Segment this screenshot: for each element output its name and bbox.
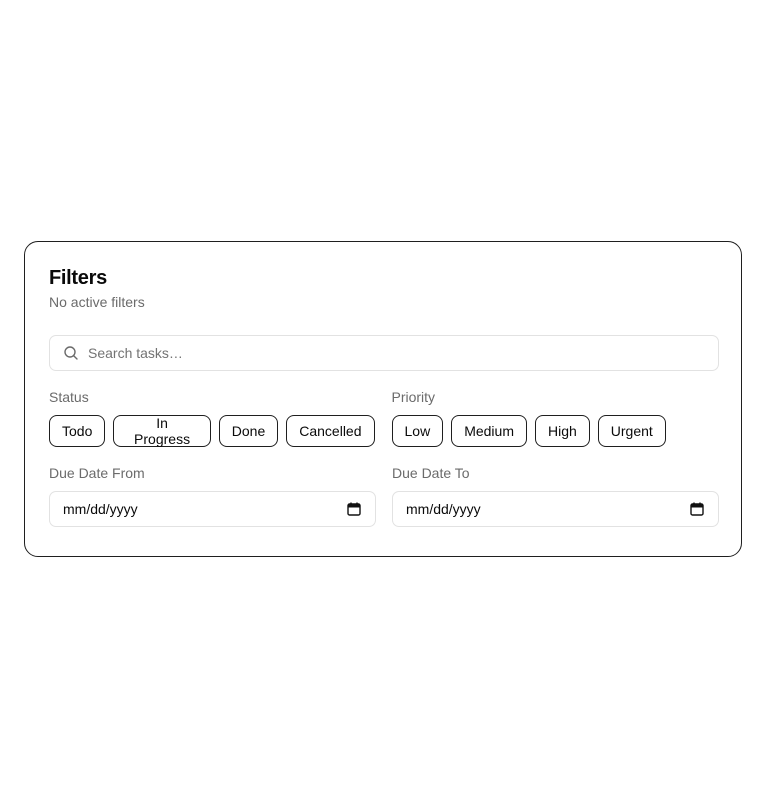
due-to-group: Due Date To mm/dd/yyyy bbox=[392, 465, 719, 527]
status-group: Status Todo In Progress Done Cancelled bbox=[49, 389, 375, 447]
due-to-input[interactable]: mm/dd/yyyy bbox=[392, 491, 719, 527]
due-from-placeholder: mm/dd/yyyy bbox=[63, 501, 138, 517]
due-from-input[interactable]: mm/dd/yyyy bbox=[49, 491, 376, 527]
priority-group: Priority Low Medium High Urgent bbox=[391, 389, 718, 447]
filters-subtitle: No active filters bbox=[49, 294, 145, 310]
due-to-placeholder: mm/dd/yyyy bbox=[406, 501, 481, 517]
priority-chip-low[interactable]: Low bbox=[391, 415, 444, 447]
calendar-icon[interactable] bbox=[347, 502, 361, 516]
priority-chip-medium[interactable]: Medium bbox=[451, 415, 527, 447]
due-from-label: Due Date From bbox=[49, 465, 145, 481]
status-label: Status bbox=[49, 389, 89, 405]
search-field[interactable] bbox=[49, 335, 719, 371]
due-from-group: Due Date From mm/dd/yyyy bbox=[49, 465, 376, 527]
status-chip-todo[interactable]: Todo bbox=[49, 415, 106, 447]
search-icon bbox=[64, 346, 78, 360]
filters-title: Filters bbox=[49, 267, 107, 289]
filters-card: Filters No active filters Status Todo In… bbox=[24, 241, 742, 557]
status-chip-in-progress[interactable]: In Progress bbox=[113, 415, 211, 447]
status-chip-cancelled[interactable]: Cancelled bbox=[286, 415, 375, 447]
priority-chip-urgent[interactable]: Urgent bbox=[597, 415, 666, 447]
due-to-label: Due Date To bbox=[392, 465, 470, 481]
priority-chip-high[interactable]: High bbox=[534, 415, 590, 447]
priority-label: Priority bbox=[391, 389, 436, 405]
calendar-icon[interactable] bbox=[690, 502, 704, 516]
search-input[interactable] bbox=[86, 337, 690, 369]
status-chip-done[interactable]: Done bbox=[218, 415, 279, 447]
status-chips: Todo In Progress Done Cancelled bbox=[49, 415, 375, 447]
priority-chips: Low Medium High Urgent bbox=[391, 415, 718, 447]
